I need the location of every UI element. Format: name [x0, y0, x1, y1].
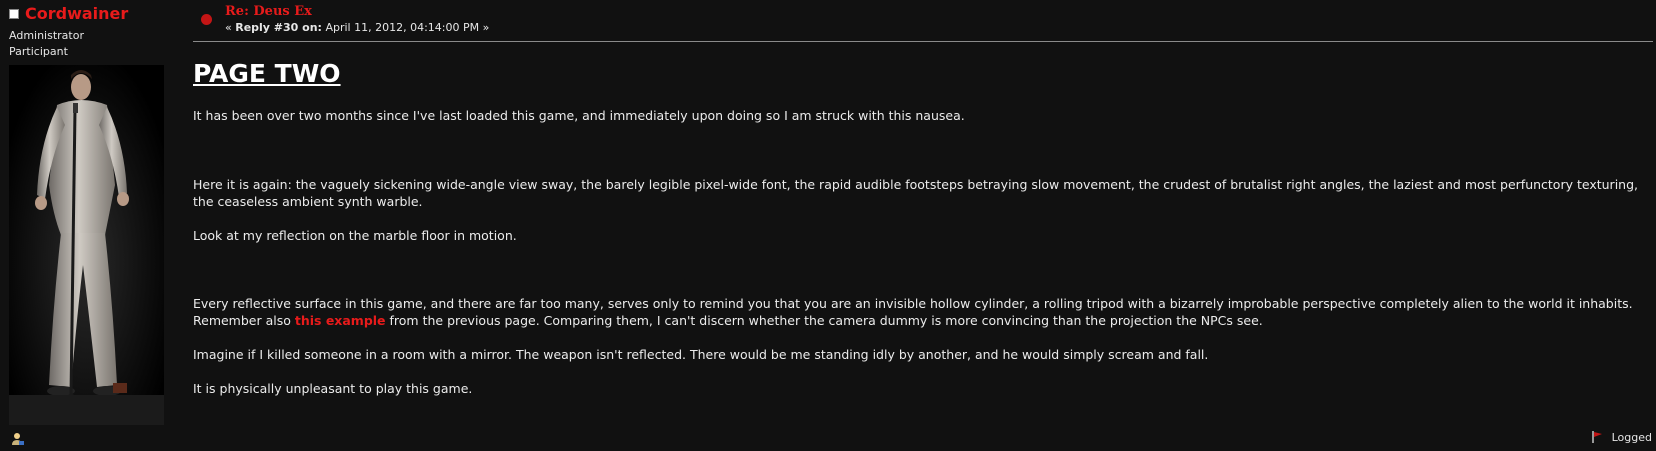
paragraph-5: Imagine if I killed someone in a room wi…: [193, 347, 1209, 362]
post-meta: « Reply #30 on: April 11, 2012, 04:14:00…: [225, 21, 489, 34]
header-divider: [193, 41, 1653, 42]
paragraph-1: It has been over two months since I've l…: [193, 108, 965, 123]
poster-name-link[interactable]: Cordwainer: [25, 4, 128, 23]
paragraph-4: Every reflective surface in this game, a…: [193, 295, 1643, 329]
online-status-icon: [9, 8, 19, 19]
logged-ip-icon: [1591, 431, 1602, 443]
poster-group: Participant: [9, 45, 68, 58]
paragraph-2: Here it is again: the vaguely sickening …: [193, 177, 1639, 209]
post-subject-link[interactable]: Re: Deus Ex: [225, 4, 312, 19]
poster-header: Cordwainer: [9, 4, 128, 23]
this-example-link[interactable]: this example: [295, 313, 386, 328]
logged-label: Logged: [1611, 430, 1652, 444]
forum-post: Cordwainer Administrator Participant Re:…: [0, 0, 1656, 451]
paragraph-3: Look at my reflection on the marble floo…: [193, 228, 517, 243]
post-heading: PAGE TWO: [193, 59, 341, 88]
post-message-icon: [201, 14, 212, 25]
avatar-image: [9, 65, 164, 425]
paragraph-4-text-end: from the previous page. Comparing them, …: [385, 313, 1263, 328]
profile-icon[interactable]: [11, 432, 25, 446]
poster-role: Administrator: [9, 29, 84, 42]
paragraph-6: It is physically unpleasant to play this…: [193, 381, 473, 396]
avatar: [9, 65, 164, 425]
post-body: PAGE TWO It has been over two months sin…: [193, 56, 1643, 397]
post-date: April 11, 2012, 04:14:00 PM: [325, 21, 480, 34]
meta-open: «: [225, 21, 236, 34]
meta-close: »: [479, 21, 490, 34]
poster-info: Cordwainer Administrator Participant: [0, 0, 175, 451]
reply-label: Reply #30 on:: [235, 21, 322, 34]
logged-indicator: Logged: [1590, 430, 1652, 444]
